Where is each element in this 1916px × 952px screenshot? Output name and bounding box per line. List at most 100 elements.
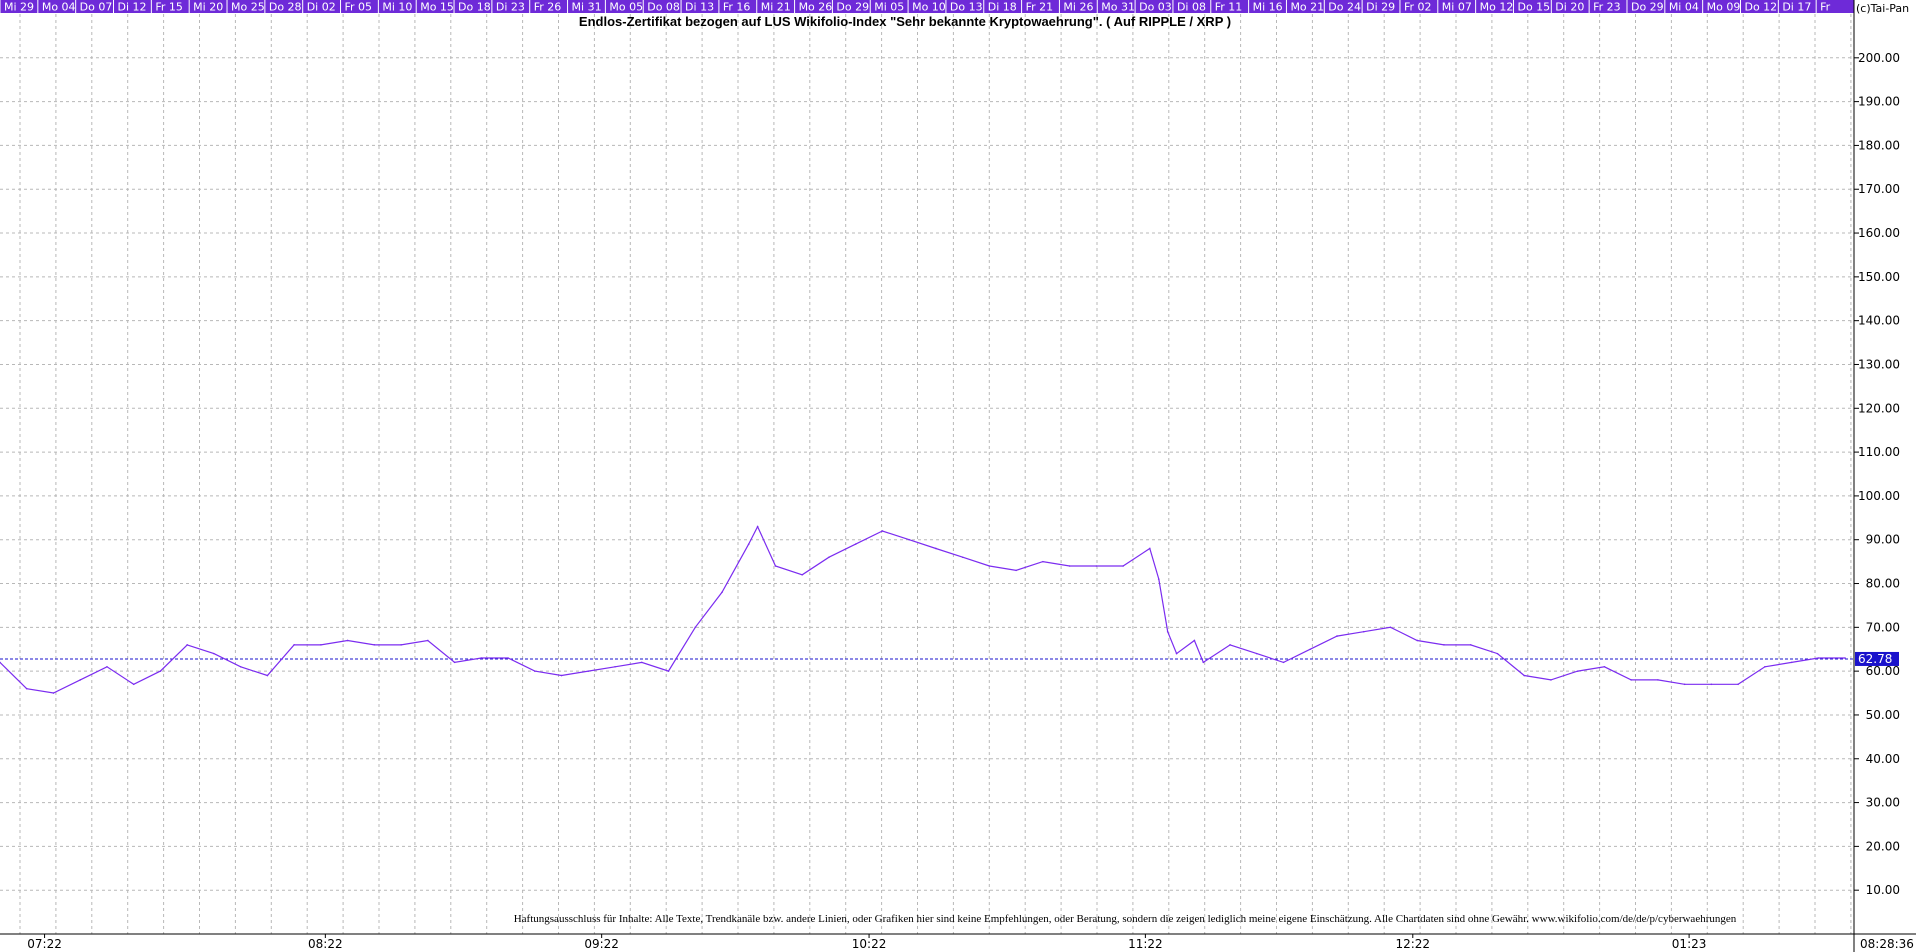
series-point — [854, 543, 857, 545]
series-point — [1362, 630, 1365, 633]
series-point — [756, 525, 759, 528]
day-label: Do 12 — [1744, 1, 1777, 14]
y-tick-label: 100.00 — [1858, 489, 1900, 503]
day-label: Mo 09 — [1707, 1, 1741, 14]
series-point — [1764, 665, 1766, 668]
day-label: Di 23 — [496, 1, 525, 14]
day-label: Fr 05 — [345, 1, 373, 14]
series-point — [1683, 683, 1686, 686]
x-tick-label: 11:22 — [1128, 937, 1163, 951]
series-point — [587, 670, 590, 672]
series-point — [400, 644, 402, 646]
series-point — [266, 674, 269, 677]
day-label: Mo 12 — [1480, 1, 1514, 14]
day-label: Mi 20 — [193, 1, 223, 14]
day-label: Mi 21 — [761, 1, 791, 14]
series-point — [79, 679, 82, 681]
series-point — [640, 661, 643, 664]
y-tick-label: 110.00 — [1858, 445, 1900, 459]
y-tick-label: 190.00 — [1858, 95, 1900, 109]
day-label: Fr 11 — [1215, 1, 1243, 14]
x-tick-label: 09:22 — [584, 937, 619, 951]
y-tick-label: 170.00 — [1858, 182, 1900, 196]
series-point — [186, 644, 188, 646]
y-tick-label: 80.00 — [1866, 577, 1900, 591]
series-point — [507, 657, 509, 659]
day-label: Mo 21 — [1290, 1, 1324, 14]
series-point — [961, 556, 964, 559]
day-label: Fr 15 — [155, 1, 183, 14]
series-point — [1015, 569, 1017, 572]
day-label: Fr 23 — [1593, 1, 1621, 14]
day-label: Di 29 — [1366, 1, 1395, 14]
day-label: Fr — [1820, 1, 1831, 14]
series-point — [1042, 560, 1044, 563]
x-tick-label: 07:22 — [27, 937, 62, 951]
day-label: Di 13 — [685, 1, 714, 14]
day-label: Mo 25 — [231, 1, 265, 14]
x-tick-label: 08:22 — [308, 937, 343, 951]
last-price-label: 62.78 — [1858, 652, 1892, 666]
day-label: Do 15 — [1517, 1, 1550, 14]
series-point — [614, 665, 616, 668]
day-label: Fr 21 — [1026, 1, 1054, 14]
series-point — [801, 573, 804, 576]
series-point — [1389, 626, 1392, 629]
series-point — [1122, 565, 1124, 567]
series-point — [774, 565, 777, 567]
series-point — [373, 644, 376, 646]
day-label: Mo 15 — [420, 1, 454, 14]
series-point — [881, 530, 884, 532]
series-point — [1737, 683, 1739, 686]
series-point — [1443, 644, 1445, 646]
day-label: Do 08 — [647, 1, 680, 14]
series-point — [694, 626, 697, 629]
series-point — [1229, 644, 1231, 646]
series-point — [721, 591, 723, 594]
series-point — [1149, 547, 1151, 550]
day-label: Do 29 — [1631, 1, 1664, 14]
day-label: Mo 04 — [42, 1, 76, 14]
series-point — [132, 683, 135, 686]
day-label: Di 17 — [1782, 1, 1811, 14]
series-point — [1523, 674, 1526, 677]
series-point — [1844, 657, 1846, 659]
chart-background — [0, 0, 1916, 952]
y-tick-label: 160.00 — [1858, 226, 1900, 240]
day-label: Do 13 — [950, 1, 983, 14]
series-point — [346, 639, 349, 642]
y-tick-label: 200.00 — [1858, 51, 1900, 65]
y-tick-label: 130.00 — [1858, 357, 1900, 371]
day-label: Mo 31 — [1101, 1, 1135, 14]
day-label: Mi 07 — [1442, 1, 1472, 14]
series-point — [293, 644, 295, 646]
day-label: Mi 05 — [874, 1, 904, 14]
series-point — [1175, 652, 1178, 655]
series-point — [1193, 639, 1196, 642]
day-label: Di 18 — [988, 1, 1017, 14]
series-point — [1166, 630, 1169, 633]
series-point — [1068, 565, 1071, 567]
series-point — [1157, 578, 1160, 580]
series-point — [1576, 670, 1579, 672]
y-tick-label: 50.00 — [1866, 708, 1900, 722]
y-tick-label: 10.00 — [1866, 883, 1900, 897]
series-point — [52, 692, 55, 694]
series-point — [988, 565, 991, 567]
day-label: Do 28 — [269, 1, 302, 14]
day-label: Do 03 — [1139, 1, 1172, 14]
timestamp-label: 08:28:36 — [1860, 937, 1914, 951]
day-label: Fr 16 — [723, 1, 751, 14]
series-point — [1416, 639, 1419, 642]
series-point — [908, 538, 910, 541]
x-tick-label: 10:22 — [852, 937, 887, 951]
series-point — [159, 670, 162, 672]
series-point — [1630, 679, 1632, 681]
chart-canvas: Mi 29 Mo 04 Do 07 Di 12 Fr 15 Mi 20 Mo 25 Do 28… — [0, 0, 1916, 952]
day-label: Mi 10 — [382, 1, 412, 14]
series-point — [1790, 661, 1793, 664]
series-point — [1657, 679, 1659, 681]
day-label: Mi 04 — [1669, 1, 1699, 14]
y-tick-label: 30.00 — [1866, 796, 1900, 810]
series-point — [427, 639, 429, 642]
